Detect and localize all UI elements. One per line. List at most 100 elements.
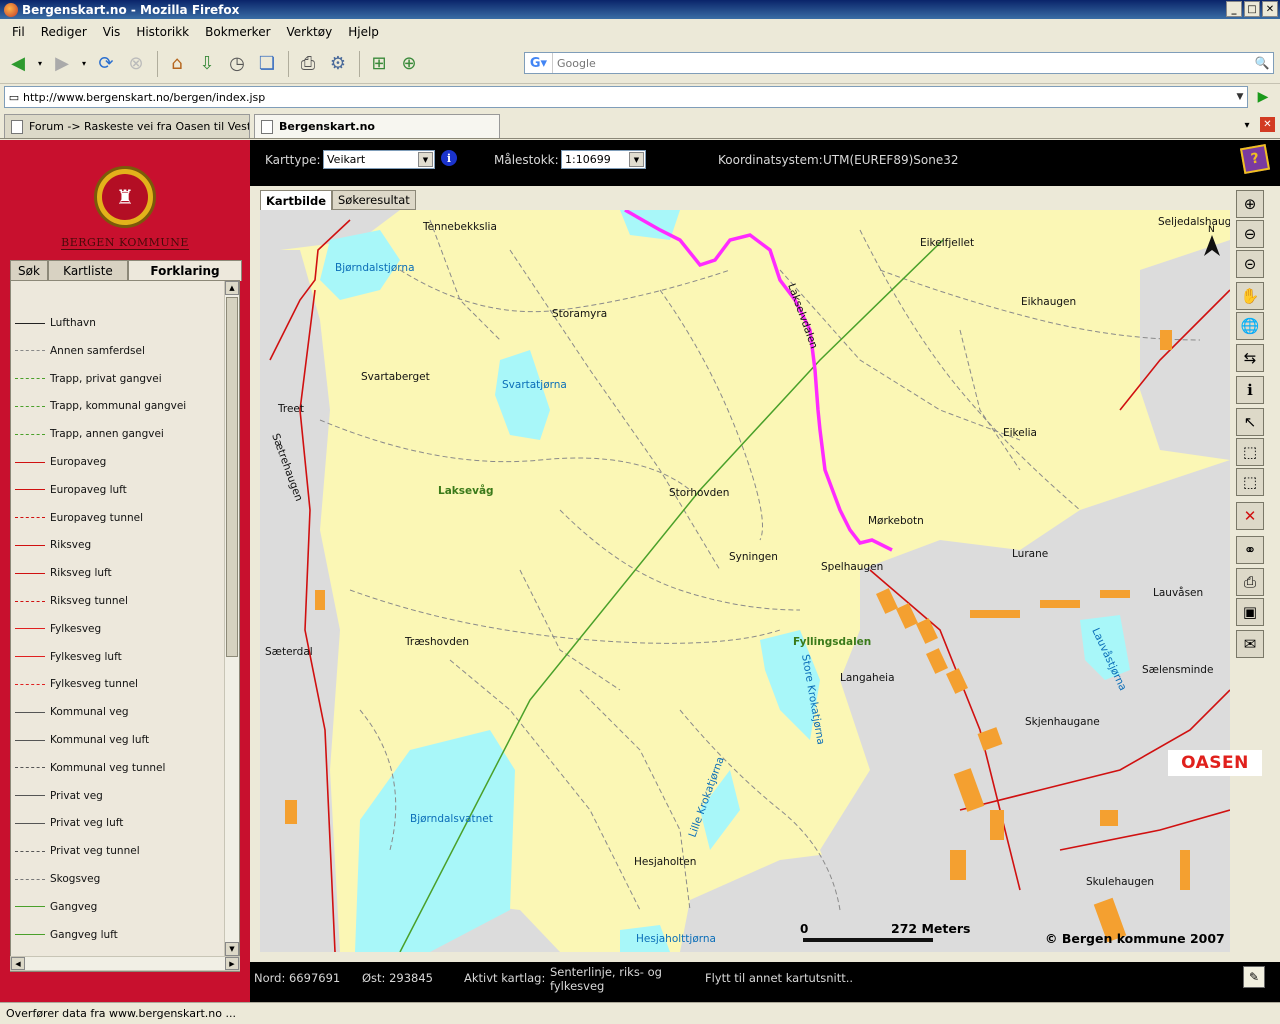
select-box-icon[interactable]: ⬚ <box>1236 438 1264 466</box>
minimize-button[interactable]: _ <box>1226 1 1242 17</box>
place-label: Eikelfjellet <box>920 237 974 249</box>
oasen-callout: OASEN <box>1168 750 1262 776</box>
place-label: Bjørndalstjørna <box>335 262 415 274</box>
history-icon[interactable]: ◷ <box>223 50 251 78</box>
new-window-icon[interactable]: ⊞ <box>365 50 393 78</box>
legend-item: Privat veg luft <box>15 816 123 830</box>
map-copyright: © Bergen kommune 2007 <box>1045 931 1225 946</box>
flytt-link[interactable]: Flytt til annet kartutsnitt.. <box>705 971 853 985</box>
google-engine-icon[interactable]: G▾ <box>525 53 553 73</box>
url-dropdown-icon[interactable]: ▼ <box>1233 92 1247 102</box>
new-tab-icon[interactable]: ⊕ <box>395 50 423 78</box>
tab-forum[interactable]: Forum -> Raskeste vei fra Oasen til Vest… <box>4 114 250 138</box>
tab-forklaring[interactable]: Forklaring <box>128 260 242 281</box>
legend-line-icon <box>15 739 45 741</box>
legend-label: Riksveg tunnel <box>50 595 128 607</box>
place-label: Storhovden <box>669 487 729 499</box>
malestokk-select[interactable]: 1:10699 ▼ <box>561 150 646 169</box>
select-polygon-icon[interactable]: ⬚ <box>1236 468 1264 496</box>
aktivt-kartlag-value-2: fylkesveg <box>550 979 605 993</box>
menu-hjelp[interactable]: Hjelp <box>340 25 387 39</box>
place-label: Mørkebotn <box>868 515 924 527</box>
scroll-thumb[interactable] <box>226 297 238 657</box>
tab-bergenskart[interactable]: Bergenskart.no <box>254 114 500 138</box>
info-tool-icon[interactable]: ℹ <box>1236 376 1264 404</box>
legend-label: Gangveg luft <box>50 928 118 941</box>
print-icon[interactable]: ⎙ <box>294 50 322 78</box>
bookmarks-icon[interactable]: ❏ <box>253 50 281 78</box>
select-icon[interactable]: ↖ <box>1236 408 1264 436</box>
legend-item: Lufthavn <box>15 316 96 330</box>
legend-line-icon <box>15 878 45 880</box>
firefox-icon <box>4 2 18 17</box>
close-window-button[interactable]: ✕ <box>1262 1 1278 17</box>
globe-icon[interactable]: 🌐 <box>1236 312 1264 340</box>
karttype-select[interactable]: Veikart ▼ <box>323 150 435 169</box>
scale-bar <box>803 938 933 942</box>
print-map-icon[interactable]: ⎙ <box>1236 568 1264 596</box>
legend-item: Kommunal veg tunnel <box>15 761 165 775</box>
help-book-icon[interactable]: ? <box>1239 143 1271 175</box>
forward-dropdown-icon[interactable]: ▾ <box>78 50 90 78</box>
info-icon[interactable]: i <box>441 150 457 166</box>
url-input[interactable] <box>23 90 1233 104</box>
reload-icon[interactable]: ⟳ <box>92 50 120 78</box>
menu-vis[interactable]: Vis <box>95 25 129 39</box>
tab-sokeresultat[interactable]: Søkeresultat <box>332 190 416 210</box>
tab-kartbilde[interactable]: Kartbilde <box>260 190 332 210</box>
document-edit-icon[interactable]: ✎ <box>1243 966 1265 988</box>
close-tab-icon[interactable]: ✕ <box>1260 117 1275 132</box>
search-input[interactable] <box>553 56 1251 70</box>
zoom-previous-icon[interactable]: ⊝ <box>1236 250 1264 278</box>
legend-horizontal-scrollbar[interactable]: ◀ ▶ <box>10 956 240 971</box>
koordinatsystem-value: UTM(EUREF89)Sone32 <box>823 153 959 167</box>
menu-historikk[interactable]: Historikk <box>128 25 197 39</box>
clear-selection-icon[interactable]: ✕ <box>1236 502 1264 530</box>
search-icon[interactable]: 🔍 <box>1251 53 1273 73</box>
tab-sok[interactable]: Søk <box>10 260 48 281</box>
overview-window-icon[interactable]: ▣ <box>1236 598 1264 626</box>
menu-rediger[interactable]: Rediger <box>33 25 95 39</box>
pan-hand-icon[interactable]: ✋ <box>1236 282 1264 310</box>
zoom-out-icon[interactable]: ⊖ <box>1236 220 1264 248</box>
scroll-left-icon[interactable]: ◀ <box>11 957 25 970</box>
settings-gear-icon[interactable]: ⚙ <box>324 50 352 78</box>
menu-bar: Fil Rediger Vis Historikk Bokmerker Verk… <box>0 21 1280 43</box>
legend-line-icon <box>15 822 45 824</box>
legend-item: Privat veg tunnel <box>15 844 140 858</box>
list-tabs-icon[interactable]: ▾ <box>1239 116 1255 134</box>
home-icon[interactable]: ⌂ <box>163 50 191 78</box>
legend-line-icon <box>15 572 45 574</box>
forward-icon[interactable]: ▶ <box>48 50 76 78</box>
bergen-crest-icon: ♜ <box>94 166 156 228</box>
legend-item: Kommunal veg <box>15 705 129 719</box>
map-canvas[interactable]: Tennebekkslia Bjørndalstjørna Storamyra … <box>260 210 1230 952</box>
tab-kartliste[interactable]: Kartliste <box>48 260 128 281</box>
place-label: Eikhaugen <box>1021 296 1076 308</box>
measure-icon[interactable]: ⇆ <box>1236 344 1264 372</box>
place-label: Hesjaholttjørna <box>636 933 716 945</box>
menu-fil[interactable]: Fil <box>4 25 33 39</box>
place-label: Langaheia <box>840 672 895 684</box>
scroll-right-icon[interactable]: ▶ <box>225 957 239 970</box>
scroll-up-icon[interactable]: ▲ <box>225 281 239 295</box>
legend-vertical-scrollbar[interactable]: ▲ ▼ <box>224 281 239 956</box>
stop-icon[interactable]: ⊗ <box>122 50 150 78</box>
browser-status-text: Overfører data fra www.bergenskart.no ..… <box>6 1007 236 1020</box>
scroll-down-icon[interactable]: ▼ <box>225 942 239 956</box>
email-icon[interactable]: ✉ <box>1236 630 1264 658</box>
maximize-button[interactable]: □ <box>1244 1 1260 17</box>
koordinatsystem-label: Koordinatsystem: <box>718 153 823 167</box>
menu-verktoy[interactable]: Verktøy <box>279 25 341 39</box>
legend-line-icon <box>15 405 45 407</box>
org-name: BERGEN KOMMUNE <box>61 236 189 250</box>
place-label: Sælensminde <box>1142 664 1213 676</box>
back-dropdown-icon[interactable]: ▾ <box>34 50 46 78</box>
go-icon[interactable]: ▶ <box>1254 88 1272 106</box>
back-icon[interactable]: ◀ <box>4 50 32 78</box>
zoom-in-icon[interactable]: ⊕ <box>1236 190 1264 218</box>
url-bar: ▭ ▼ <box>4 86 1248 108</box>
binoculars-icon[interactable]: ⚭ <box>1236 536 1264 564</box>
download-icon[interactable]: ⇩ <box>193 50 221 78</box>
menu-bokmerker[interactable]: Bokmerker <box>197 25 278 39</box>
